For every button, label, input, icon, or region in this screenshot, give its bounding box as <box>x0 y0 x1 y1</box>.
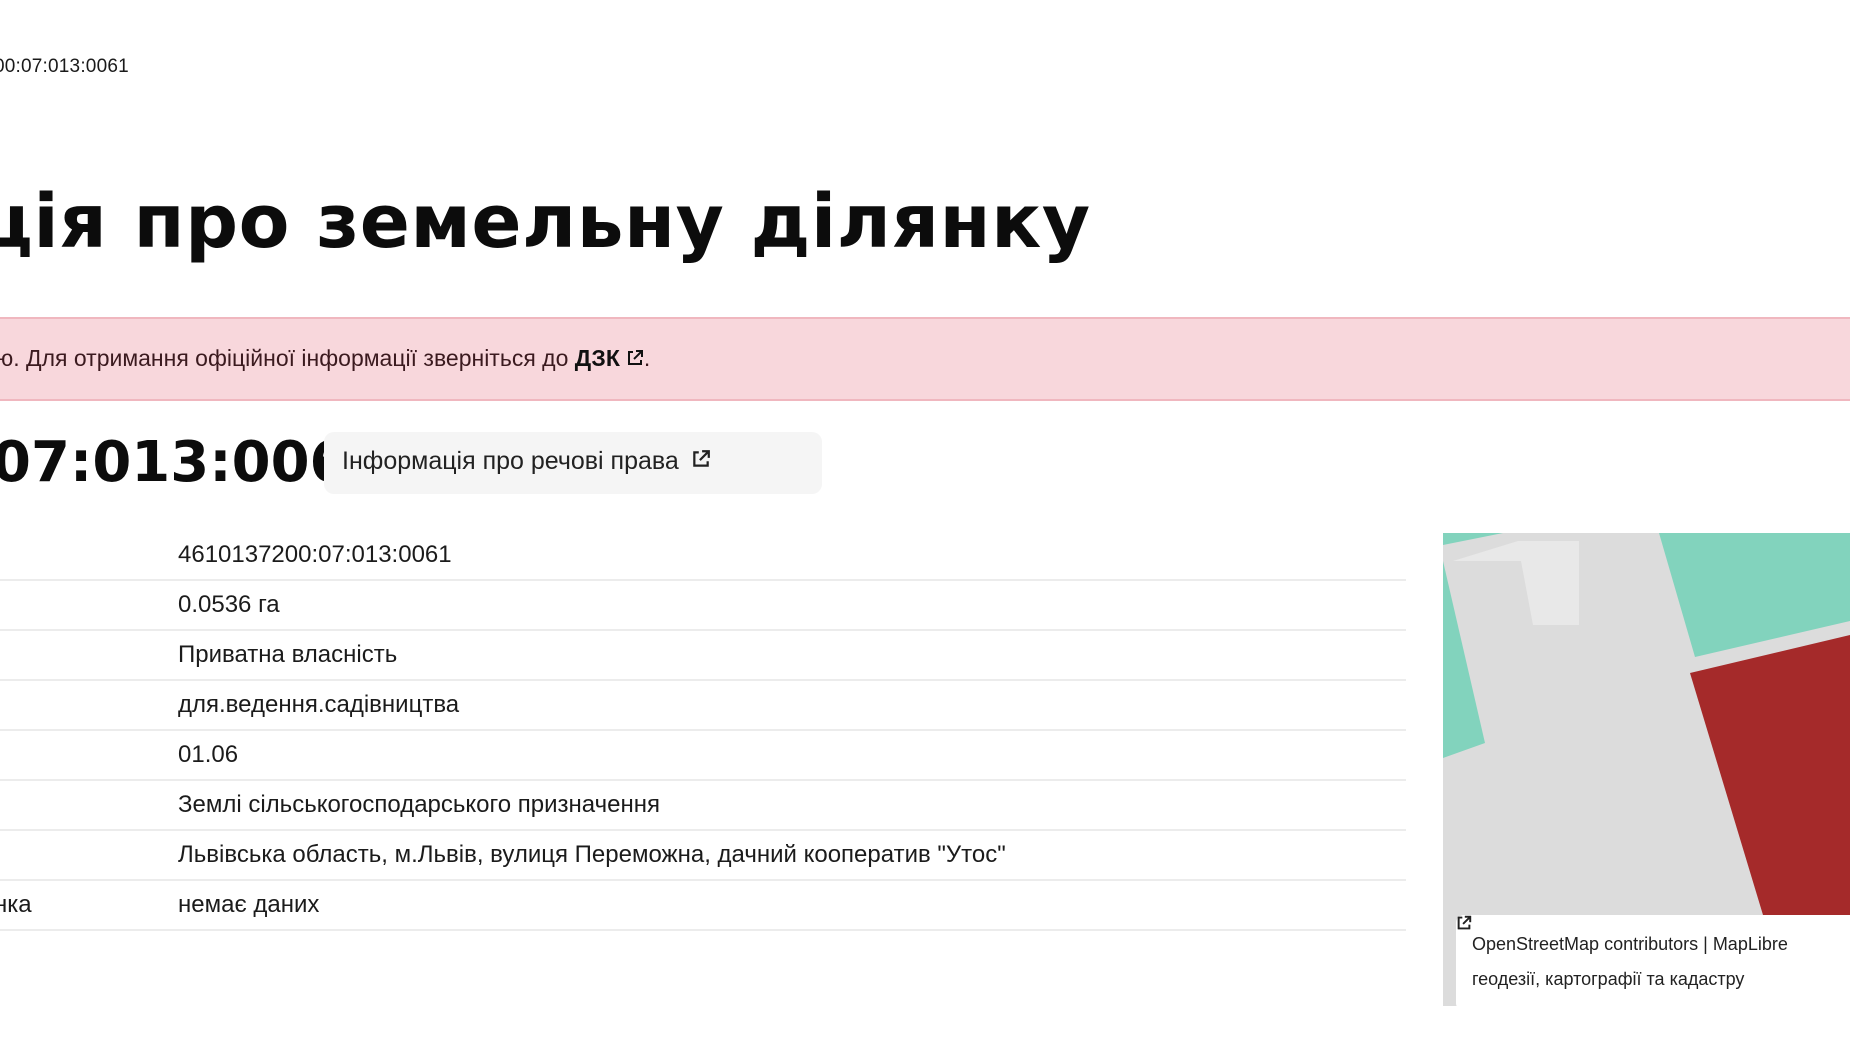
row-value: Приватна власність <box>178 630 1406 681</box>
osm-attribution-link[interactable]: OpenStreetMap contributors <box>1472 934 1698 954</box>
breadcrumb-current: 00:07:013:0061 <box>0 56 129 77</box>
alert-message: ю. Для отримання офіційної інформації зв… <box>0 345 575 371</box>
external-link-icon <box>626 346 644 373</box>
dzk-link[interactable]: ДЗК <box>575 345 644 371</box>
table-row: для.ведення.садівництва <box>0 680 1406 731</box>
table-row: Львівська область, м.Львів, вулиця Перем… <box>0 830 1406 881</box>
row-value: Львівська область, м.Львів, вулиця Перем… <box>178 830 1406 881</box>
row-value: Землі сільськогосподарського призначення <box>178 780 1406 831</box>
table-row: нка немає даних <box>0 880 1406 931</box>
attribution-separator: | <box>1698 934 1713 954</box>
row-label <box>0 630 178 681</box>
row-label <box>0 580 178 631</box>
row-value: немає даних <box>178 880 1406 931</box>
row-label <box>0 680 178 731</box>
row-value: 01.06 <box>178 730 1406 781</box>
table-row: 0.0536 га <box>0 580 1406 631</box>
cadastre-agency-link[interactable]: геодезії, картографії та кадастру <box>1457 915 1750 989</box>
table-row: Приватна власність <box>0 630 1406 681</box>
external-link-icon <box>691 447 711 476</box>
page-title: ція про земельну ділянку <box>0 179 1091 265</box>
parcel-map[interactable]: OpenStreetMap contributors | MapLibre ге… <box>1443 533 1850 1006</box>
property-rights-button-label: Інформація про речові права <box>342 447 679 475</box>
row-label <box>0 730 178 781</box>
property-rights-button[interactable]: Інформація про речові права <box>324 432 822 494</box>
row-label <box>0 830 178 881</box>
row-label <box>0 780 178 831</box>
row-value: для.ведення.садівництва <box>178 680 1406 731</box>
alert-text: ю. Для отримання офіційної інформації зв… <box>0 345 650 373</box>
row-value: 4610137200:07:013:0061 <box>178 531 1406 581</box>
disclaimer-alert: ю. Для отримання офіційної інформації зв… <box>0 317 1850 401</box>
maplibre-link[interactable]: MapLibre <box>1457 915 1794 954</box>
row-label: нка <box>0 880 178 931</box>
row-label <box>0 531 178 581</box>
dzk-link-label: ДЗК <box>574 345 620 371</box>
breadcrumb: 00:07:013:0061 <box>0 56 129 78</box>
alert-suffix: . <box>643 345 651 371</box>
table-row: 4610137200:07:013:0061 <box>0 531 1406 581</box>
parcel-info-table: 4610137200:07:013:0061 0.0536 га Приватн… <box>0 531 1406 931</box>
table-row: 01.06 <box>0 730 1406 781</box>
map-attribution: OpenStreetMap contributors | MapLibre ге… <box>1456 915 1850 1006</box>
table-row: Землі сільськогосподарського призначення <box>0 780 1406 831</box>
row-value: 0.0536 га <box>178 580 1406 631</box>
